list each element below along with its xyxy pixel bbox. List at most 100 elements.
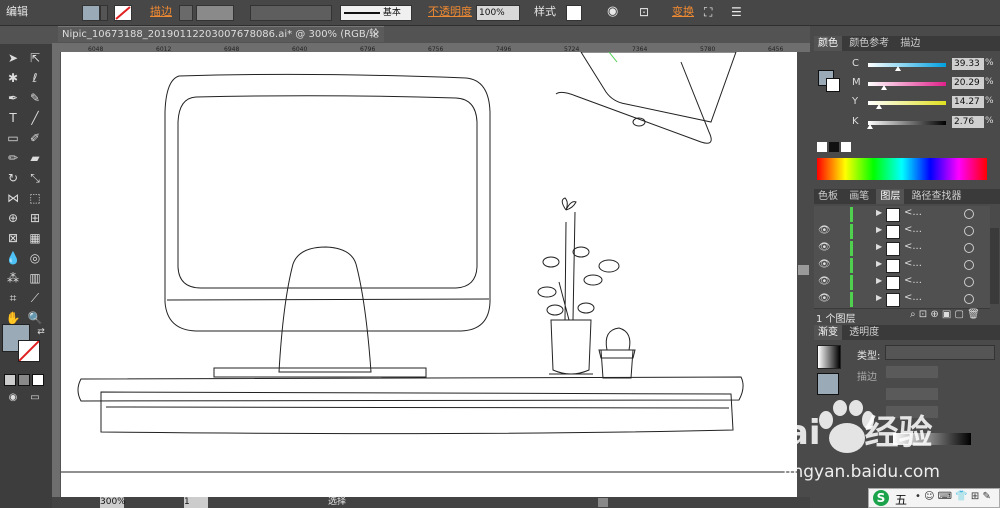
tab-stroke[interactable]: 描边 bbox=[896, 36, 924, 51]
target-icon[interactable] bbox=[964, 294, 974, 304]
gradient-mode-icon[interactable] bbox=[18, 374, 30, 386]
tab-color-guide[interactable]: 颜色参考 bbox=[845, 36, 893, 51]
angle-field[interactable] bbox=[886, 388, 938, 400]
lasso-icon[interactable]: ℓ bbox=[26, 70, 44, 86]
cyan-value[interactable]: 39.33 bbox=[952, 58, 984, 70]
tab-pathfinder[interactable]: 路径查找器 bbox=[908, 189, 966, 204]
target-icon[interactable] bbox=[964, 277, 974, 287]
panel-stroke-swatch[interactable] bbox=[826, 78, 840, 92]
layer-row[interactable]: 👁 ▶ <... bbox=[814, 257, 990, 275]
tab-transparency[interactable]: 透明度 bbox=[845, 325, 883, 340]
slider-thumb[interactable] bbox=[867, 124, 874, 129]
brush-select[interactable]: 基本 bbox=[340, 5, 412, 21]
rectangle-tool-icon[interactable]: ▭ bbox=[4, 130, 22, 146]
tab-swatches[interactable]: 色板 bbox=[814, 189, 842, 204]
document-tab[interactable]: Nipic_10673188_20190112203007678086.ai* … bbox=[58, 26, 384, 56]
layer-row[interactable]: 👁 ▶ <... bbox=[814, 274, 990, 292]
color-mode-icon[interactable] bbox=[4, 374, 16, 386]
transform-link[interactable]: 变换 bbox=[672, 4, 694, 20]
gradient-preview[interactable] bbox=[817, 345, 841, 369]
align-icon[interactable]: ⊡ bbox=[639, 4, 649, 20]
edit-menu[interactable]: 编辑 bbox=[6, 4, 28, 20]
black-slider[interactable]: K 2.76 % bbox=[848, 116, 998, 130]
menu-options-icon[interactable]: ☰ bbox=[731, 4, 742, 20]
direct-selection-icon[interactable]: ⇱ bbox=[26, 50, 44, 66]
swap-colors-icon[interactable]: ⇄ bbox=[32, 324, 50, 340]
rotate-icon[interactable]: ↻ bbox=[4, 170, 22, 186]
ime-logo[interactable]: S bbox=[873, 490, 889, 506]
graph-tool-icon[interactable]: ▥ bbox=[26, 270, 44, 286]
eyedropper-icon[interactable]: 💧 bbox=[4, 250, 22, 266]
tab-brushes[interactable]: 画笔 bbox=[845, 189, 873, 204]
curvature-icon[interactable]: ✎ bbox=[26, 90, 44, 106]
slice-icon[interactable]: ⟋ bbox=[26, 290, 44, 306]
stroke-color-box[interactable] bbox=[18, 340, 40, 362]
target-icon[interactable] bbox=[964, 209, 974, 219]
slider-thumb[interactable] bbox=[895, 66, 902, 71]
none-swatch[interactable] bbox=[817, 142, 827, 152]
paintbrush-icon[interactable]: ✐ bbox=[26, 130, 44, 146]
line-tool-icon[interactable]: ╱ bbox=[26, 110, 44, 126]
magic-wand-icon[interactable]: ✱ bbox=[4, 70, 22, 86]
magenta-slider[interactable]: M 20.29 % bbox=[848, 77, 998, 91]
opacity-link[interactable]: 不透明度 bbox=[428, 4, 472, 20]
ime-mode[interactable]: 五 bbox=[895, 491, 907, 508]
eye-icon[interactable]: 👁 bbox=[818, 276, 831, 288]
artboard-icon[interactable]: ⌗ bbox=[4, 290, 22, 306]
stroke-weight-stepper[interactable] bbox=[179, 5, 193, 21]
close-tab-icon[interactable]: × bbox=[372, 27, 380, 43]
gradient-fill-swatch[interactable] bbox=[817, 373, 839, 395]
yellow-value[interactable]: 14.27 bbox=[952, 96, 984, 108]
selection-tool-icon[interactable]: ➤ bbox=[4, 50, 22, 66]
recolor-icon[interactable]: ◉ bbox=[607, 4, 618, 20]
shape-builder-icon[interactable]: ⊕ bbox=[4, 210, 22, 226]
free-transform-icon[interactable]: ⬚ bbox=[26, 190, 44, 206]
pen-tool-icon[interactable]: ✒ bbox=[4, 90, 22, 106]
mesh-icon[interactable]: ⊠ bbox=[4, 230, 22, 246]
vertical-ruler[interactable] bbox=[52, 43, 60, 498]
tab-color[interactable]: 颜色 bbox=[814, 36, 842, 51]
tab-gradient[interactable]: 渐变 bbox=[814, 325, 842, 340]
slider-thumb[interactable] bbox=[875, 104, 882, 109]
style-swatch[interactable] bbox=[566, 5, 582, 21]
scroll-thumb[interactable] bbox=[798, 265, 809, 275]
width-tool-icon[interactable]: ⋈ bbox=[4, 190, 22, 206]
expand-icon[interactable]: ▶ bbox=[876, 225, 882, 234]
expand-icon[interactable]: ▶ bbox=[876, 242, 882, 251]
eraser-icon[interactable]: ▰ bbox=[26, 150, 44, 166]
layer-row[interactable]: 👁 ▶ <... bbox=[814, 240, 990, 258]
variable-width-select[interactable] bbox=[250, 5, 332, 21]
horizontal-ruler[interactable]: 6048 6012 6948 6040 6796 6756 7496 5724 7364 5780… bbox=[58, 43, 810, 53]
gradient-type-select[interactable] bbox=[885, 345, 995, 360]
eye-icon[interactable]: 👁 bbox=[818, 259, 831, 271]
eye-icon[interactable]: 👁 bbox=[818, 225, 831, 237]
gradient-tool-icon[interactable]: ▦ bbox=[26, 230, 44, 246]
stroke-weight-field[interactable] bbox=[196, 5, 234, 21]
target-icon[interactable] bbox=[964, 243, 974, 253]
expand-icon[interactable]: ▶ bbox=[876, 293, 882, 302]
cyan-track[interactable] bbox=[868, 63, 946, 67]
artboard-canvas[interactable] bbox=[61, 52, 797, 497]
layer-row[interactable]: 👁 ▶ <... bbox=[814, 291, 990, 309]
black-swatch[interactable] bbox=[829, 142, 839, 152]
stroke-link[interactable]: 描边 bbox=[150, 4, 172, 20]
black-track[interactable] bbox=[868, 121, 946, 125]
perspective-icon[interactable]: ⊞ bbox=[26, 210, 44, 226]
none-mode-icon[interactable] bbox=[32, 374, 44, 386]
white-swatch[interactable] bbox=[841, 142, 851, 152]
cyan-slider[interactable]: C 39.33 % bbox=[848, 58, 998, 72]
type-tool-icon[interactable]: T bbox=[4, 110, 22, 126]
eye-icon[interactable]: 👁 bbox=[818, 242, 831, 254]
target-icon[interactable] bbox=[964, 226, 974, 236]
symbol-sprayer-icon[interactable]: ⁂ bbox=[4, 270, 22, 286]
scale-icon[interactable]: ⤡ bbox=[26, 170, 44, 186]
target-icon[interactable] bbox=[964, 260, 974, 270]
fill-swatch[interactable] bbox=[82, 5, 100, 21]
zoom-field[interactable]: 300% bbox=[100, 497, 126, 508]
slider-thumb[interactable] bbox=[880, 85, 887, 90]
draw-mode-icon[interactable]: ◉ bbox=[4, 390, 22, 406]
layers-scrollbar[interactable] bbox=[990, 228, 999, 304]
magenta-value[interactable]: 20.29 bbox=[952, 77, 984, 89]
horizontal-scroll-thumb[interactable] bbox=[598, 498, 608, 507]
isolate-icon[interactable]: ⛶ bbox=[704, 4, 712, 20]
